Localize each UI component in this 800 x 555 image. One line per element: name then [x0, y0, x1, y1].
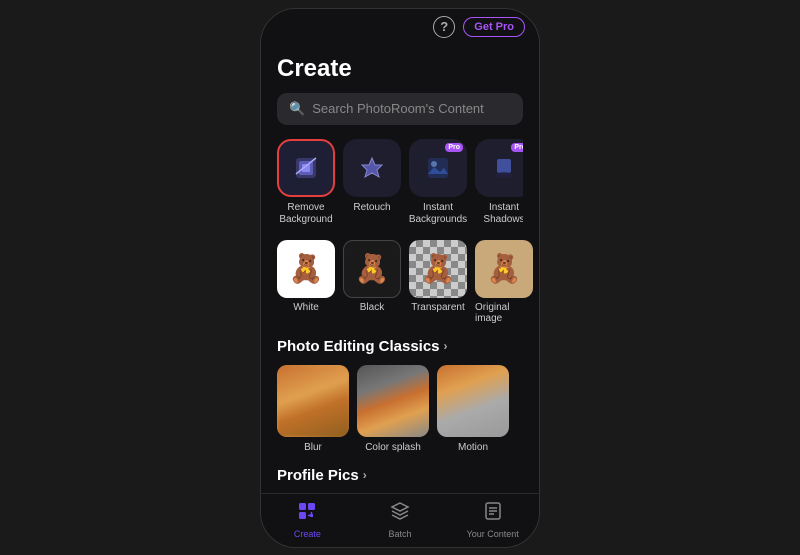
pro-badge-instant-bg: Pro — [445, 143, 463, 152]
profile-chevron-right-icon: › — [363, 468, 367, 482]
nav-label-your-content: Your Content — [467, 529, 519, 539]
photo-editing-row: Blur Color splash Motion — [277, 365, 523, 453]
tool-label-retouch: Retouch — [353, 202, 390, 214]
bottom-nav: Create Batch Your — [261, 493, 539, 547]
bg-thumb-black: 🧸 — [343, 240, 401, 298]
tool-label-remove-bg: RemoveBackground — [279, 202, 332, 226]
search-bar[interactable]: 🔍 Search PhotoRoom's Content — [277, 93, 523, 125]
bg-label-white: White — [293, 302, 319, 313]
tool-item-retouch[interactable]: Retouch — [343, 139, 401, 226]
help-icon[interactable]: ? — [433, 16, 455, 38]
photo-edit-blur[interactable]: Blur — [277, 365, 349, 453]
bg-label-black: Black — [360, 302, 384, 313]
pro-badge-shadows: Pro — [511, 143, 523, 152]
tool-icon-instant-bg: Pro — [409, 139, 467, 197]
bg-option-white[interactable]: 🧸 White — [277, 240, 335, 324]
scroll-content[interactable]: Create 🔍 Search PhotoRoom's Content — [261, 45, 539, 493]
photo-label-motion: Motion — [458, 442, 488, 453]
bg-label-original: Original image — [475, 302, 533, 324]
nav-item-create[interactable]: Create — [261, 501, 354, 539]
bg-label-transparent: Transparent — [411, 302, 465, 313]
photo-thumb-motion — [437, 365, 509, 437]
tool-icon-instant-shadows: Pro — [475, 139, 523, 197]
photo-editing-section-title[interactable]: Photo Editing Classics › — [277, 338, 523, 355]
bg-option-transparent[interactable]: 🧸 Transparent — [409, 240, 467, 324]
search-placeholder: Search PhotoRoom's Content — [312, 101, 484, 116]
photo-thumb-color-splash — [357, 365, 429, 437]
tool-icon-retouch — [343, 139, 401, 197]
nav-item-your-content[interactable]: Your Content — [446, 501, 539, 539]
tool-item-remove-bg[interactable]: RemoveBackground — [277, 139, 335, 226]
tool-icon-remove-bg — [277, 139, 335, 197]
nav-icon-your-content — [483, 501, 503, 526]
nav-item-batch[interactable]: Batch — [354, 501, 447, 539]
photo-label-color-splash: Color splash — [365, 442, 421, 453]
bg-option-black[interactable]: 🧸 Black — [343, 240, 401, 324]
nav-icon-batch — [390, 501, 410, 526]
photo-thumb-blur — [277, 365, 349, 437]
tool-label-instant-shadows: Instant Shadows — [475, 202, 523, 226]
content-area: Create 🔍 Search PhotoRoom's Content — [261, 45, 539, 493]
nav-label-create: Create — [294, 529, 321, 539]
bg-thumb-original: 🧸 — [475, 240, 533, 298]
photo-edit-color-splash[interactable]: Color splash — [357, 365, 429, 453]
phone-frame: ? Get Pro Create 🔍 Search PhotoRoom's Co… — [260, 8, 540, 548]
search-icon: 🔍 — [289, 101, 305, 117]
photo-label-blur: Blur — [304, 442, 322, 453]
status-bar: ? Get Pro — [261, 9, 539, 45]
page-title: Create — [277, 55, 523, 83]
photo-edit-motion[interactable]: Motion — [437, 365, 509, 453]
bg-option-original[interactable]: 🧸 Original image — [475, 240, 533, 324]
tool-item-instant-bg[interactable]: Pro InstantBackgrounds — [409, 139, 467, 226]
chevron-right-icon: › — [444, 339, 448, 353]
tools-row: RemoveBackground Retouch Pro — [277, 139, 523, 226]
bg-thumb-white: 🧸 — [277, 240, 335, 298]
profile-pics-section-title[interactable]: Profile Pics › — [277, 467, 523, 484]
tool-item-instant-shadows[interactable]: Pro Instant Shadows — [475, 139, 523, 226]
get-pro-button[interactable]: Get Pro — [463, 17, 525, 37]
bg-options-row: 🧸 White 🧸 Black 🧸 Transparent — [277, 240, 523, 324]
tool-label-instant-bg: InstantBackgrounds — [409, 202, 467, 226]
nav-label-batch: Batch — [389, 529, 412, 539]
nav-icon-create — [297, 501, 317, 526]
bg-thumb-transparent: 🧸 — [409, 240, 467, 298]
